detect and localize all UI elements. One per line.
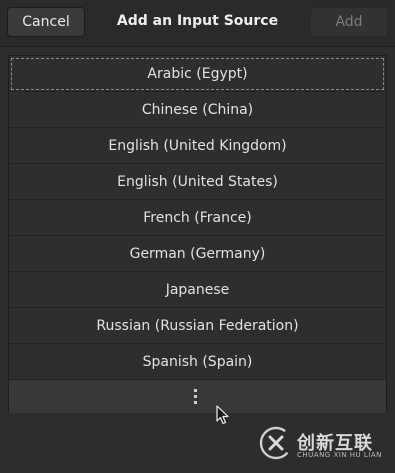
list-item[interactable]: German (Germany) [9,236,386,272]
add-input-source-dialog: Cancel Add an Input Source Add Arabic (E… [0,0,395,473]
vertical-ellipsis-icon [194,389,198,407]
more-sources-row[interactable] [9,380,386,413]
list-item[interactable]: Arabic (Egypt) [9,56,386,92]
list-item[interactable]: Chinese (China) [9,92,386,128]
cancel-button[interactable]: Cancel [7,7,85,37]
list-item[interactable]: Japanese [9,272,386,308]
list-item[interactable]: English (United Kingdom) [9,128,386,164]
add-button[interactable]: Add [310,7,388,37]
input-source-list: Arabic (Egypt) Chinese (China) English (… [8,55,387,413]
header-bar: Cancel Add an Input Source Add [0,0,395,47]
list-item[interactable]: French (France) [9,200,386,236]
brand-logo-icon [259,426,293,460]
mouse-pointer-icon [216,405,229,425]
list-item[interactable]: Spanish (Spain) [9,344,386,380]
list-item[interactable]: English (United States) [9,164,386,200]
dialog-title: Add an Input Source [116,13,279,29]
watermark-text-en: CHUANG XIN HU LIAN [297,451,382,459]
list-item[interactable]: Russian (Russian Federation) [9,308,386,344]
watermark-logo: 创新互联 CHUANG XIN HU LIAN [259,424,389,464]
